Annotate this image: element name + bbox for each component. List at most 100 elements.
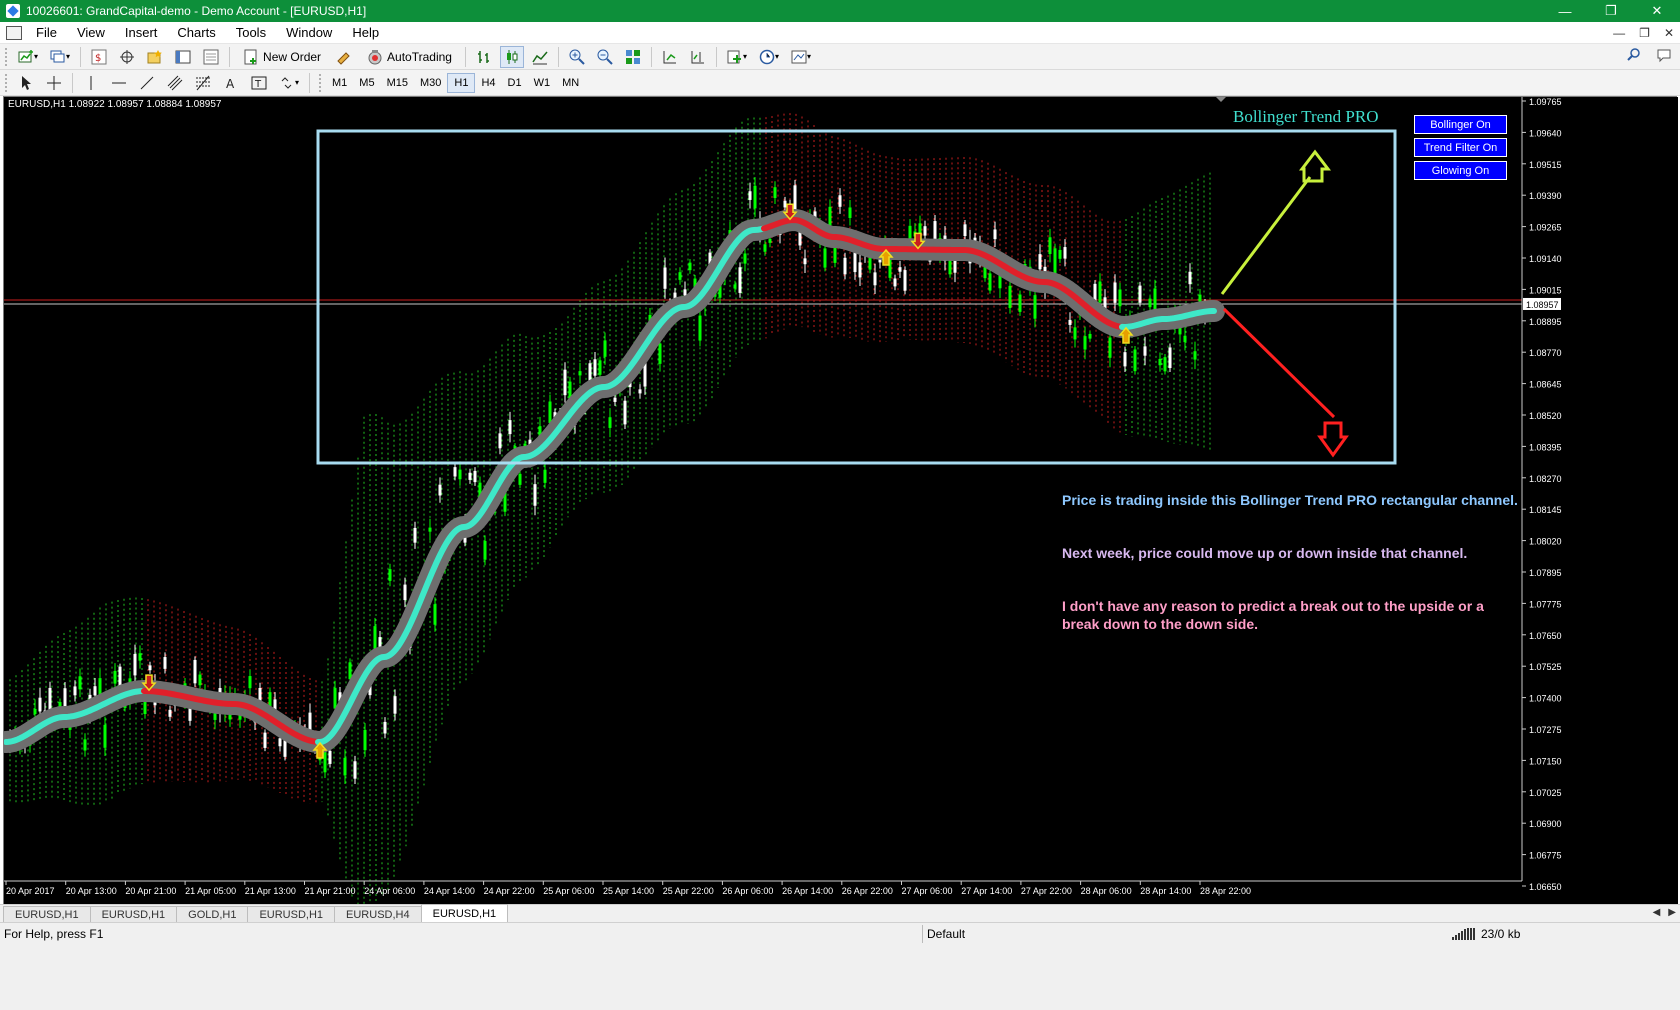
timeframe-d1[interactable]: D1 <box>502 73 528 93</box>
candle-body <box>138 653 142 661</box>
templates-button[interactable]: ▾ <box>787 46 815 68</box>
toolbar-grip[interactable] <box>318 72 323 93</box>
line-studies-toolbar: A T ▾ M1 M5 M15 M30 H1 H4 D1 W1 MN <box>0 70 1680 96</box>
candle-body <box>473 470 477 483</box>
child-close-button[interactable]: ✕ <box>1664 26 1674 40</box>
metaeditor-button[interactable] <box>332 46 356 68</box>
chart-window-icon[interactable] <box>6 25 22 40</box>
price-tick-label: 1.08020 <box>1529 537 1562 547</box>
bollinger-toggle-button[interactable]: Bollinger On <box>1414 115 1507 134</box>
chart-shift-button[interactable] <box>686 46 710 68</box>
timeframe-m5[interactable]: M5 <box>353 73 380 93</box>
line-chart-button[interactable] <box>528 46 552 68</box>
new-order-button[interactable]: New Order <box>236 46 328 68</box>
search-icon[interactable] <box>1626 47 1642 63</box>
chat-icon[interactable] <box>1656 47 1672 63</box>
candle-body <box>1038 254 1042 270</box>
menu-insert[interactable]: Insert <box>115 25 168 40</box>
chart-area[interactable]: 1.09765 1.09640 1.09515 1.09390 1.09265 1.091… <box>3 96 1678 905</box>
toolbar-right-group <box>1626 47 1672 63</box>
new-chart-button[interactable]: ▾ <box>14 46 42 68</box>
autotrading-button[interactable]: AutoTrading <box>360 46 459 68</box>
chart-tab[interactable]: EURUSD,H1 <box>89 906 178 922</box>
menu-file[interactable]: File <box>26 25 67 40</box>
strategy-tester-button[interactable] <box>199 46 223 68</box>
menu-charts[interactable]: Charts <box>167 25 225 40</box>
zoom-in-button[interactable] <box>565 46 589 68</box>
time-tick-label: 24 Apr 22:00 <box>484 886 535 896</box>
text-button[interactable]: A <box>219 72 243 94</box>
tile-windows-button[interactable] <box>621 46 645 68</box>
candlestick-button[interactable] <box>499 45 524 68</box>
equidistant-channel-button[interactable] <box>163 72 187 94</box>
periods-button[interactable]: ▾ <box>755 46 783 68</box>
candle-body <box>763 244 767 252</box>
candle-body <box>1148 298 1152 308</box>
menu-help[interactable]: Help <box>342 25 389 40</box>
candle-body <box>148 665 152 671</box>
svg-text:$: $ <box>95 53 101 64</box>
chart-tab[interactable]: EURUSD,H1 <box>3 906 91 922</box>
menu-bar: File View Insert Charts Tools Window Hel… <box>0 22 1680 44</box>
vertical-line-button[interactable] <box>79 72 103 94</box>
bar-chart-button[interactable] <box>472 46 496 68</box>
timeframe-m30[interactable]: M30 <box>414 73 447 93</box>
candle-body <box>93 686 97 696</box>
status-profile[interactable]: Default <box>922 925 965 943</box>
close-button[interactable]: ✕ <box>1634 0 1680 22</box>
toolbar-grip[interactable] <box>4 46 8 67</box>
trend-filter-toggle-button[interactable]: Trend Filter On <box>1414 138 1507 157</box>
chart-tab[interactable]: EURUSD,H4 <box>334 906 422 922</box>
chart-tab-active[interactable]: EURUSD,H1 <box>420 904 509 922</box>
arrows-button[interactable]: ▾ <box>275 72 303 94</box>
timeframe-m1[interactable]: M1 <box>326 73 353 93</box>
trendline-button[interactable] <box>135 72 159 94</box>
timeframe-h1[interactable]: H1 <box>447 72 476 93</box>
candle-body <box>1088 333 1092 339</box>
indicators-button[interactable]: ▾ <box>723 46 751 68</box>
candle-body <box>1153 288 1157 311</box>
menu-window[interactable]: Window <box>276 25 342 40</box>
navigator-button[interactable] <box>143 46 167 68</box>
market-watch-button[interactable]: $ <box>87 46 111 68</box>
child-minimize-button[interactable]: — <box>1613 26 1625 40</box>
fibonacci-button[interactable] <box>191 72 215 94</box>
trendline-icon <box>140 76 154 89</box>
glowing-toggle-button[interactable]: Glowing On <box>1414 161 1507 180</box>
crosshair-button[interactable] <box>42 72 66 94</box>
terminal-button[interactable] <box>171 46 195 68</box>
candle-body <box>373 626 377 651</box>
annotation-no-prediction: I don't have any reason to predict a bre… <box>1062 598 1484 632</box>
candle-body <box>458 469 462 480</box>
title-bar: 10026601: GrandCapital-demo - Demo Accou… <box>0 0 1680 22</box>
candle-body <box>333 687 337 708</box>
vertical-line-icon <box>90 75 92 90</box>
cursor-button[interactable] <box>14 72 38 94</box>
indicators-icon <box>727 50 741 63</box>
horizontal-line-button[interactable] <box>107 72 131 94</box>
timeframe-h4[interactable]: H4 <box>475 73 501 93</box>
child-restore-button[interactable]: ❐ <box>1639 26 1650 40</box>
restore-button[interactable]: ❐ <box>1588 0 1634 22</box>
chart-tab[interactable]: EURUSD,H1 <box>247 906 336 922</box>
menu-tools[interactable]: Tools <box>226 25 276 40</box>
tab-scroll-right-icon[interactable]: ▶ <box>1668 907 1676 918</box>
auto-scroll-button[interactable] <box>658 46 682 68</box>
chart-tab[interactable]: GOLD,H1 <box>176 906 249 922</box>
zoom-out-button[interactable] <box>593 46 617 68</box>
candle-body <box>898 267 902 272</box>
candle-body <box>603 340 607 357</box>
menu-view[interactable]: View <box>67 25 115 40</box>
tab-scroll-left-icon[interactable]: ◀ <box>1653 907 1661 918</box>
timeframe-w1[interactable]: W1 <box>528 73 557 93</box>
status-connection[interactable]: 23/0 kb <box>1452 927 1520 941</box>
text-label-button[interactable]: T <box>247 72 271 94</box>
minimize-button[interactable]: — <box>1542 0 1588 22</box>
data-window-button[interactable] <box>115 46 139 68</box>
timeframe-mn[interactable]: MN <box>556 73 585 93</box>
timeframe-m15[interactable]: M15 <box>381 73 414 93</box>
toolbar-grip[interactable] <box>4 72 8 93</box>
candle-body <box>858 262 862 278</box>
candle-body <box>1158 358 1162 366</box>
profiles-button[interactable]: ▾ <box>46 46 74 68</box>
